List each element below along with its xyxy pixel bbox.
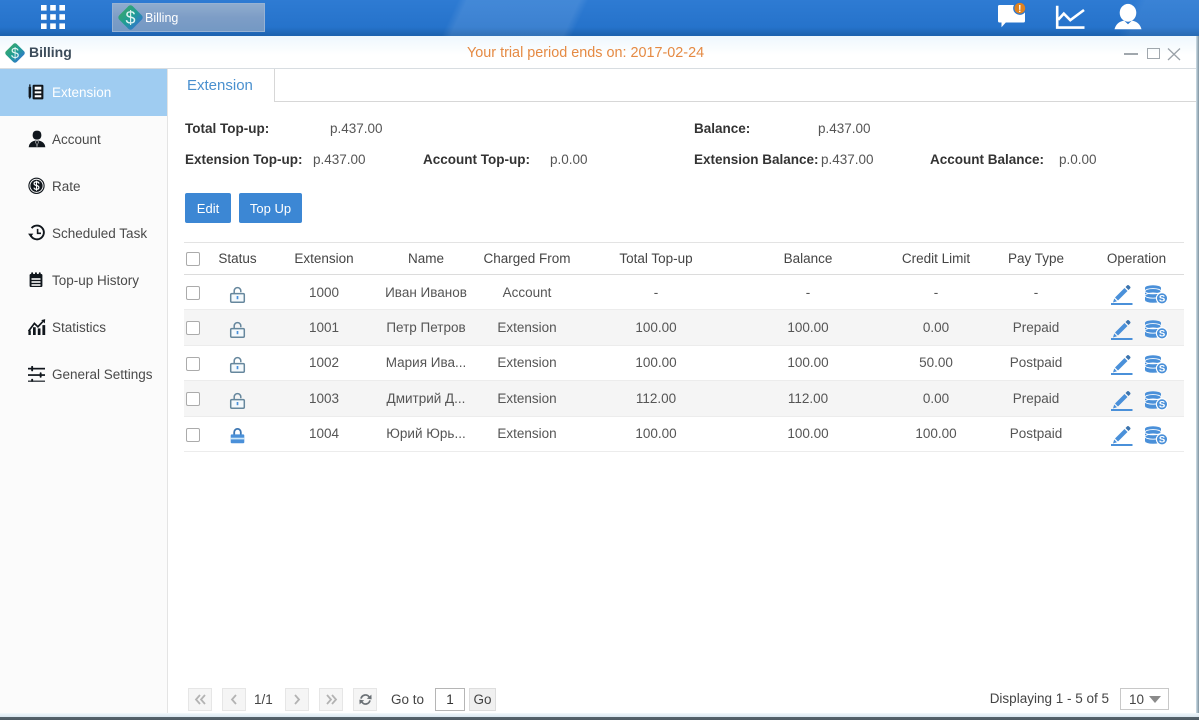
svg-text:$: $ xyxy=(125,8,135,28)
svg-text:!: ! xyxy=(1018,4,1021,15)
